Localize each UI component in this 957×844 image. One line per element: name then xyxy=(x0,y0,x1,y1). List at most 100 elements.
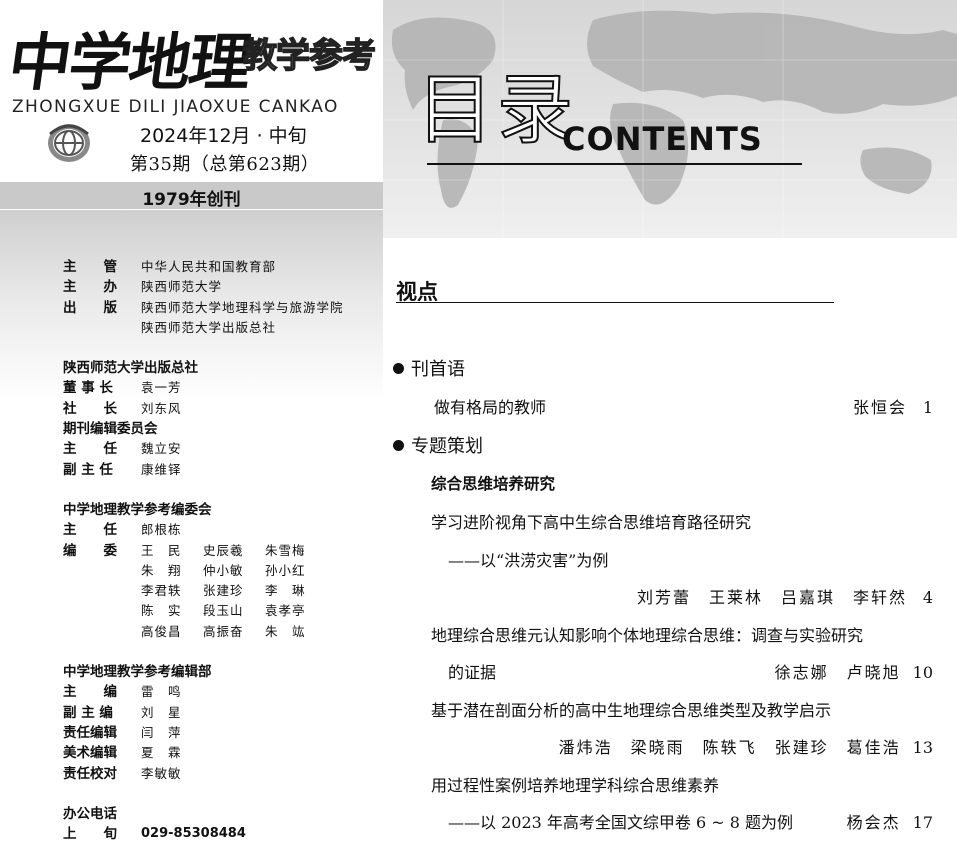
masthead-label: 美术编辑 xyxy=(63,745,117,762)
toc-title[interactable]: 地理综合思维元认知影响个体地理综合思维：调查与实验研究 xyxy=(431,622,863,646)
board-members-row: 编 委 王 民 史辰羲 朱雪梅朱 翔 仲小敏 孙小红 李君轶 张建珍 李 琳陈 实 段玉山 袁孝亭… xyxy=(63,541,383,642)
masthead-value: 陕西师范大学出版总社 xyxy=(141,319,277,335)
toc-byline: 刘芳蕾 王莱林 吕嘉琪 李轩然 4 xyxy=(637,584,933,608)
masthead-label: 编 委 xyxy=(63,542,117,559)
masthead-value: 袁一芳 xyxy=(141,380,182,396)
toc-byline: 张恒会 1 xyxy=(853,394,933,418)
section-rule xyxy=(396,302,834,303)
title-rule xyxy=(427,163,802,165)
toc-authors: 潘炜浩 梁晓雨 陈轶飞 张建珍 葛佳浩 xyxy=(558,738,901,757)
masthead-value: 康维铎 xyxy=(141,461,182,477)
masthead-row: 副 主 任 康维铎 xyxy=(63,460,383,480)
masthead-label xyxy=(63,318,141,338)
masthead-label: 责任编辑 xyxy=(63,724,117,741)
masthead-value: 陕西师范大学地理科学与旅游学院 xyxy=(141,299,344,315)
masthead-value: 夏 霖 xyxy=(141,745,182,761)
toc-byline: 杨会杰 17 xyxy=(847,809,933,833)
journal-logo: 中学地理 xyxy=(4,26,255,99)
toc-subtitle: ——以 2023 年高考全国文综甲卷 6 ~ 8 题为例 xyxy=(448,813,794,832)
masthead-value: 陕西师范大学 xyxy=(141,279,223,295)
office-phone-heading: 办公电话 xyxy=(63,805,117,822)
masthead-label: 责任校对 xyxy=(63,765,117,782)
journal-pinyin: ZHONGXUE DILI JIAOXUE CANKAO xyxy=(12,97,339,117)
masthead-value: 魏立安 xyxy=(141,441,182,457)
bullet-icon xyxy=(393,362,404,374)
masthead-value: 雷 鸣 xyxy=(141,684,182,700)
masthead-row: 陕西师范大学出版总社 xyxy=(63,318,383,338)
masthead-value: 刘东风 xyxy=(141,400,182,416)
masthead-value: 郎根栋 xyxy=(141,522,182,538)
masthead-label: 上 旬 xyxy=(63,826,117,843)
masthead-value: 李敏敏 xyxy=(141,765,182,781)
toc-page: 13 xyxy=(912,738,933,757)
masthead-label: 主 任 xyxy=(63,441,117,458)
toc-page: 17 xyxy=(912,813,933,832)
topic-heading: 综合思维培养研究 xyxy=(431,475,556,493)
board-member: 朱 翔 xyxy=(141,562,182,578)
masthead-label: 董 事 长 xyxy=(63,380,113,397)
masthead-row: 出 版 陕西师范大学地理科学与旅游学院 xyxy=(63,298,383,318)
contents-title-cn: 目录 xyxy=(416,65,577,154)
masthead-row: 美术编辑 夏 霖 xyxy=(63,743,383,763)
board-member: 张建珍 xyxy=(203,583,244,599)
board-member: 孙小红 xyxy=(265,562,306,578)
toc-page: 10 xyxy=(912,663,933,682)
toc-subtitle: ——以“洪涝灾害”为例 xyxy=(448,551,609,570)
board-member: 仲小敏 xyxy=(203,562,244,578)
masthead-label: 副 主 编 xyxy=(63,704,113,721)
board-member: 陈 实 xyxy=(141,603,182,619)
toc-byline: 徐志娜 卢晓旭 10 xyxy=(775,659,933,683)
journal-subtitle: 教学参考 xyxy=(242,35,376,76)
board-member: 朱雪梅 xyxy=(265,542,306,558)
toc-authors: 张恒会 xyxy=(852,398,907,417)
board-heading: 中学地理教学参考编委会 xyxy=(63,501,212,518)
committee-heading: 期刊编辑委员会 xyxy=(63,421,158,438)
masthead-row: 主 办 陕西师范大学 xyxy=(63,277,383,297)
board-member: 史辰羲 xyxy=(203,542,244,558)
toc-authors: 刘芳蕾 王莱林 吕嘉琪 李轩然 xyxy=(636,588,907,607)
column-label: 刊首语 xyxy=(411,359,465,380)
masthead-row: 主 任 郎根栋 xyxy=(63,520,383,540)
toc-page: 4 xyxy=(922,588,933,607)
column-heading: 刊首语 xyxy=(393,355,465,381)
board-member: 袁孝亭 xyxy=(265,603,306,619)
bullet-icon xyxy=(393,439,404,451)
phone-row: 上 旬 029-85308484 xyxy=(63,824,383,844)
toc-title[interactable]: 做有格局的教师 xyxy=(434,394,546,418)
board-member: 朱 竑 xyxy=(265,623,306,639)
board-member: 高俊昌 xyxy=(141,623,182,639)
masthead: 主 管 中华人民共和国教育部 主 办 陕西师范大学 出 版 陕西师范大学地理科学与旅游… xyxy=(63,257,383,844)
masthead-label: 社 长 xyxy=(63,400,117,417)
masthead-row: 副 主 编刘 星 xyxy=(63,703,383,723)
dept-heading: 中学地理教学参考编辑部 xyxy=(63,664,212,681)
issue-number: 第35期（总第623期） xyxy=(130,154,320,175)
masthead-value: 闫 萍 xyxy=(141,724,182,740)
masthead-label: 主 编 xyxy=(63,684,117,701)
masthead-label: 主 办 xyxy=(63,279,117,296)
toc-authors: 杨会杰 xyxy=(846,813,901,832)
toc-page: 1 xyxy=(922,398,933,417)
board-member: 李 琳 xyxy=(265,583,306,599)
toc-title[interactable]: 用过程性案例培养地理学科综合思维素养 xyxy=(431,772,719,796)
board-members: 王 民 史辰羲 朱雪梅朱 翔 仲小敏 孙小红 李君轶 张建珍 李 琳陈 实 段玉山 袁孝亭 高俊昌 高… xyxy=(141,541,327,642)
masthead-row: 主 管 中华人民共和国教育部 xyxy=(63,257,383,277)
masthead-row: 责任编辑 闫 萍 xyxy=(63,723,383,743)
masthead-row: 责任校对 李敏敏 xyxy=(63,764,383,784)
toc-title[interactable]: 学习进阶视角下高中生综合思维培育路径研究 xyxy=(431,509,751,533)
masthead-label: 主 管 xyxy=(63,259,117,275)
masthead-label: 主 任 xyxy=(63,522,117,539)
masthead-label: 出 版 xyxy=(63,299,117,316)
board-member: 高振奋 xyxy=(203,623,244,639)
masthead-row: 主 编雷 鸣 xyxy=(63,682,383,702)
press-heading: 陕西师范大学出版总社 xyxy=(63,360,198,377)
contents-title-en: CONTENTS xyxy=(562,120,763,158)
board-member: 王 民 xyxy=(141,542,182,558)
masthead-value: 刘 星 xyxy=(141,704,182,720)
masthead-value: 中华人民共和国教育部 xyxy=(141,259,277,274)
column-heading: 专题策划 xyxy=(393,432,483,458)
masthead-row: 主 任 魏立安 xyxy=(63,439,383,459)
toc-authors: 徐志娜 卢晓旭 xyxy=(774,663,901,682)
founded-year: 1979年创刊 xyxy=(142,190,241,210)
toc-title[interactable]: 基于潜在剖面分析的高中生地理综合思维类型及教学启示 xyxy=(431,697,831,721)
toc-subtitle: 的证据 xyxy=(448,663,497,682)
